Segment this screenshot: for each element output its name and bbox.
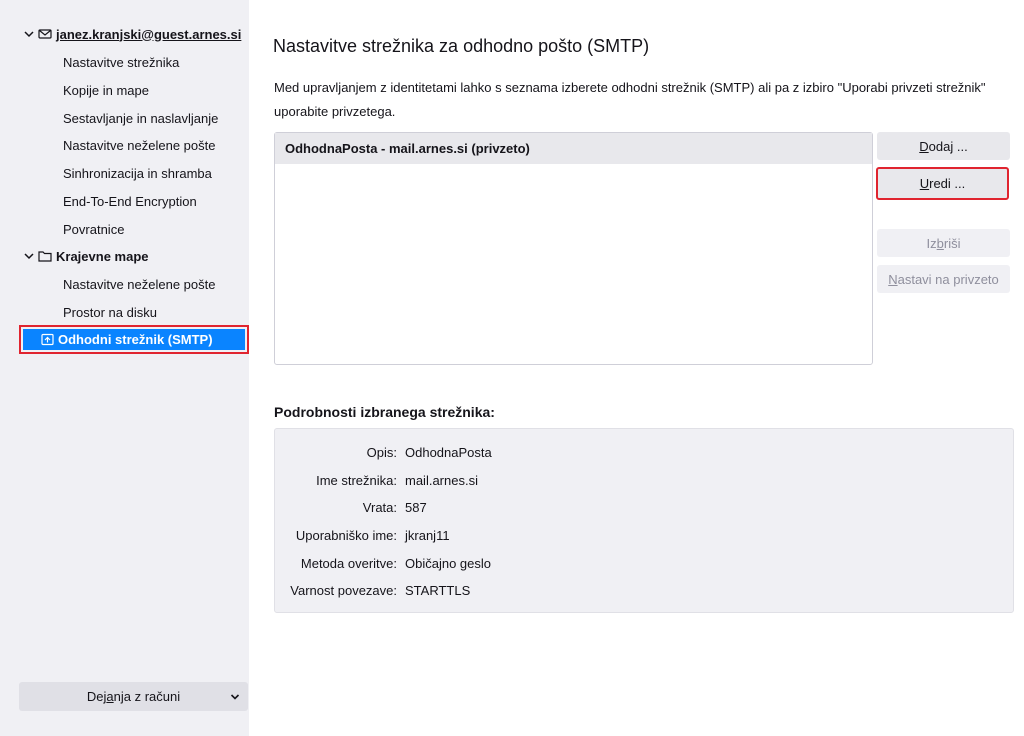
delete-server-button[interactable]: Izbriši xyxy=(877,229,1010,257)
detail-row-description: Opis: OdhodnaPosta xyxy=(366,444,492,460)
account-local-folders[interactable]: Krajevne mape xyxy=(24,245,149,267)
details-title: Podrobnosti izbranega strežnika: xyxy=(274,404,495,420)
outgoing-server-icon xyxy=(41,333,54,346)
account-actions-label: Dejanja z računi xyxy=(86,689,181,704)
detail-row-username: Uporabniško ime: jkranj11 xyxy=(295,527,450,543)
chevron-down-icon xyxy=(230,690,240,705)
mail-icon xyxy=(38,27,52,41)
chevron-down-icon[interactable] xyxy=(24,29,34,39)
chevron-down-icon[interactable] xyxy=(24,251,34,261)
server-details: Opis: OdhodnaPosta Ime strežnika: mail.a… xyxy=(274,428,1014,613)
sidebar-item-return-receipts[interactable]: Povratnice xyxy=(63,218,124,240)
account-janez[interactable]: janez.kranjski@guest.arnes.si xyxy=(24,23,241,45)
folder-icon xyxy=(38,249,52,263)
sidebar-item-junk-settings[interactable]: Nastavitve neželene pošte xyxy=(63,134,215,156)
page-title: Nastavitve strežnika za odhodno pošto (S… xyxy=(273,36,650,56)
set-default-button[interactable]: Nastavi na privzeto xyxy=(877,265,1010,293)
detail-row-hostname: Ime strežnika: mail.arnes.si xyxy=(316,472,478,488)
sidebar-item-copies-folders[interactable]: Kopije in mape xyxy=(63,79,149,101)
detail-row-connection-security: Varnost povezave: STARTTLS xyxy=(290,582,471,598)
server-list-item[interactable]: OdhodnaPosta - mail.arnes.si (privzeto) xyxy=(275,133,872,164)
sidebar-item-local-junk-settings[interactable]: Nastavitve neželene pošte xyxy=(63,273,215,295)
detail-row-port: Vrata: 587 xyxy=(362,499,427,515)
smtp-settings-panel: Nastavitve strežnika za odhodno pošto (S… xyxy=(249,0,1024,736)
sidebar-item-e2e-encryption[interactable]: End-To-End Encryption xyxy=(63,190,197,212)
sidebar-item-composition[interactable]: Sestavljanje in naslavljanje xyxy=(63,107,218,129)
account-actions-button[interactable]: Dejanja z računi xyxy=(19,682,248,711)
smtp-server-list[interactable]: OdhodnaPosta - mail.arnes.si (privzeto) xyxy=(274,132,873,365)
edit-server-button[interactable]: Uredi ... xyxy=(876,167,1009,200)
account-sidebar: janez.kranjski@guest.arnes.si Nastavitve… xyxy=(0,0,249,736)
sidebar-item-outgoing-server[interactable]: Odhodni strežnik (SMTP) xyxy=(19,325,249,354)
sidebar-item-server-settings[interactable]: Nastavitve strežnika xyxy=(63,51,179,73)
outgoing-server-label: Odhodni strežnik (SMTP) xyxy=(58,332,213,347)
sidebar-item-disk-space[interactable]: Prostor na disku xyxy=(63,301,157,323)
page-description: Med upravljanjem z identitetami lahko s … xyxy=(274,80,986,119)
detail-row-auth-method: Metoda overitve: Običajno geslo xyxy=(300,555,491,571)
account-name: janez.kranjski@guest.arnes.si xyxy=(56,26,242,42)
sidebar-item-sync-storage[interactable]: Sinhronizacija in shramba xyxy=(63,162,212,184)
local-folders-name: Krajevne mape xyxy=(56,248,149,264)
add-server-button[interactable]: Dodaj ... xyxy=(877,132,1010,160)
